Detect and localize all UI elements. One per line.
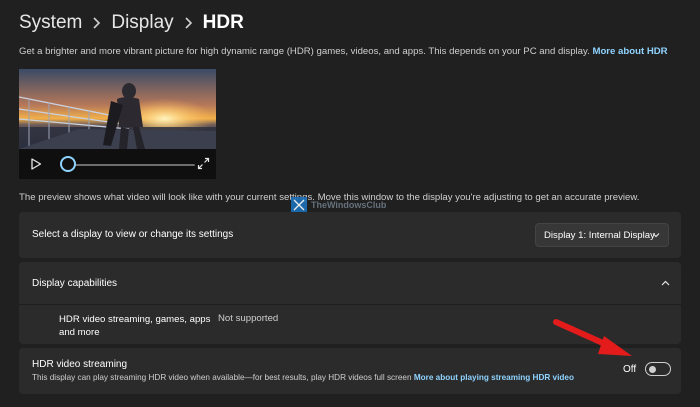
hdr-video-preview	[19, 69, 216, 179]
display-select-label: Select a display to view or change its s…	[32, 229, 234, 240]
chevron-up-icon[interactable]	[661, 280, 670, 286]
hdr-streaming-title: HDR video streaming	[32, 359, 128, 370]
breadcrumb: System Display HDR	[19, 9, 244, 37]
chevron-down-icon	[652, 233, 660, 238]
display-dropdown-value: Display 1: Internal Display	[544, 229, 655, 241]
display-select-card: Select a display to view or change its s…	[19, 212, 681, 258]
chevron-right-icon	[184, 17, 193, 29]
video-frame	[19, 69, 216, 149]
more-about-streaming-hdr-link[interactable]: More about playing streaming HDR video	[414, 373, 574, 382]
chevron-right-icon	[92, 17, 101, 29]
display-capabilities-title: Display capabilities	[32, 278, 118, 289]
display-dropdown[interactable]: Display 1: Internal Display	[535, 223, 669, 247]
hdr-streaming-description-text: This display can play streaming HDR vide…	[32, 373, 412, 382]
hdr-settings-page: System Display HDR Get a brighter and mo…	[0, 0, 700, 407]
page-title: HDR	[202, 12, 244, 33]
seek-bar[interactable]	[67, 163, 195, 166]
breadcrumb-system[interactable]: System	[19, 12, 82, 34]
red-arrow-annotation	[553, 319, 632, 356]
capability-name: HDR video streaming, games, apps and mor…	[59, 314, 211, 338]
play-icon[interactable]	[29, 157, 43, 171]
toggle-state-label: Off	[623, 364, 637, 375]
hdr-streaming-description: This display can play streaming HDR vide…	[32, 373, 574, 382]
capability-value: Not supported	[218, 313, 279, 324]
hdr-streaming-toggle[interactable]	[645, 362, 671, 376]
video-controls	[19, 149, 216, 179]
display-capabilities-header[interactable]: Display capabilities	[19, 262, 681, 305]
hdr-description-text: Get a brighter and more vibrant picture …	[19, 46, 590, 57]
watermark-text: TheWindowsClub	[311, 200, 387, 210]
video-thumbnail	[19, 69, 216, 149]
breadcrumb-display[interactable]: Display	[111, 12, 173, 34]
fullscreen-icon[interactable]	[197, 157, 210, 170]
more-about-hdr-link[interactable]: More about HDR	[592, 46, 667, 57]
hdr-description: Get a brighter and more vibrant picture …	[19, 46, 689, 57]
toggle-knob	[649, 365, 656, 373]
seek-thumb[interactable]	[60, 156, 76, 172]
